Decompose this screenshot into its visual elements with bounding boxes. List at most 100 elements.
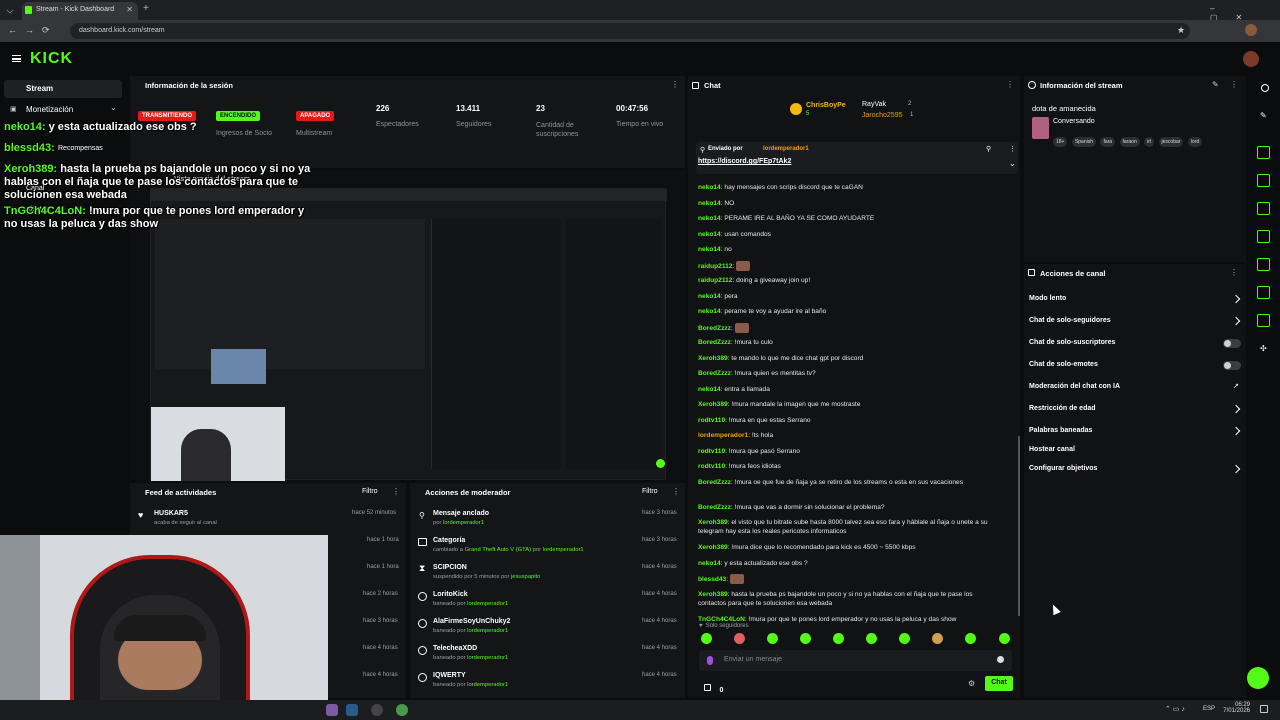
pin-toggle-icon[interactable]: ⚲ — [986, 145, 991, 153]
browser-tab[interactable]: Stream - Kick Dashboard ✕ — [22, 2, 138, 20]
chat-username[interactable]: neko14 — [698, 386, 721, 393]
chat-username[interactable]: rodtv110 — [698, 463, 725, 470]
nav-icons[interactable]: ←→⟳ — [8, 25, 58, 36]
chat-input[interactable]: Enviar un mensaje — [699, 650, 1012, 671]
chat-username[interactable]: BoredZzzz — [698, 370, 731, 377]
chat-username[interactable]: neko14 — [698, 215, 721, 222]
pinned-message[interactable]: ⚲ Enviado por lordemperador1 https://dis… — [696, 142, 1018, 174]
chat-message[interactable]: rodtv110: !mura feos idiotas — [698, 462, 998, 471]
nav-item-stream[interactable]: Stream — [4, 80, 122, 98]
new-tab-button[interactable]: + — [143, 3, 149, 14]
tab-close-icon[interactable]: ✕ — [126, 5, 133, 14]
info-sidebar-icon[interactable] — [1261, 84, 1269, 92]
chat-message[interactable]: blessd43: — [698, 574, 998, 584]
chat-username[interactable]: neko14 — [698, 200, 721, 207]
action-modo-lento[interactable]: Modo lento — [1029, 295, 1066, 302]
chat-username[interactable]: neko14 — [698, 293, 721, 300]
chat-message[interactable]: BoredZzzz: !mura oe que fue de ñaja ya s… — [698, 478, 998, 487]
profile-avatar[interactable] — [1245, 24, 1257, 36]
chat-message[interactable]: BoredZzzz: — [698, 322, 998, 333]
apps-sidebar-icon[interactable]: ✣ — [1260, 344, 1267, 353]
chat-message[interactable]: Xeroh389: te mando lo que me dice chat g… — [698, 354, 998, 363]
chat-message[interactable]: Xeroh389: !mura dice que lo recomendado … — [698, 543, 998, 552]
chevron-down-icon[interactable]: ⌄ — [1009, 159, 1016, 168]
chat-message[interactable]: Xeroh389: el visto que tu bitrate sube h… — [698, 518, 998, 536]
chat-settings-icon[interactable]: ⚙ — [968, 679, 975, 688]
chat-username[interactable]: rodtv110 — [698, 448, 725, 455]
notification-icon[interactable] — [1260, 705, 1268, 713]
chat-username[interactable]: neko14 — [698, 560, 721, 567]
chat-message[interactable]: BoredZzzz: !mura quien es mentitas tv? — [698, 369, 998, 378]
chat-scrollbar[interactable] — [1018, 436, 1020, 616]
chat-message[interactable]: neko14: no — [698, 245, 998, 254]
feed-filter-button[interactable]: Filtro — [362, 488, 378, 495]
bookmark-star-icon[interactable]: ★ — [1177, 25, 1185, 36]
chat-sidebar-icon[interactable] — [1257, 230, 1270, 243]
chat-username[interactable]: BoredZzzz — [698, 504, 731, 511]
action-solo-emotes[interactable]: Chat de solo-emotes — [1029, 361, 1098, 368]
chat-username[interactable]: neko14 — [698, 231, 721, 238]
chat-username[interactable]: rodtv110 — [698, 417, 725, 424]
kick-logo[interactable]: KICK — [30, 50, 73, 68]
action-restriccion-edad[interactable]: Restricción de edad — [1029, 405, 1096, 412]
action-solo-seguidores[interactable]: Chat de solo-seguidores — [1029, 317, 1111, 324]
send-chat-button[interactable]: Chat — [985, 676, 1013, 691]
kebab-menu-icon[interactable]: ⋮ — [1230, 80, 1238, 89]
chat-username[interactable]: raidup2112 — [698, 262, 732, 269]
kebab-menu-icon[interactable]: ⋮ — [1006, 80, 1014, 89]
chat-message[interactable]: neko14: PERAME IRE AL BAÑO YA SE COMO AY… — [698, 214, 998, 223]
chat-message[interactable]: Xeroh389: !mura mandale la imagen que me… — [698, 400, 998, 409]
address-bar[interactable]: dashboard.kick.com/stream — [70, 23, 1190, 39]
action-configurar-objetivos[interactable]: Configurar objetivos — [1029, 465, 1097, 472]
taskbar-steam-icon[interactable] — [346, 704, 358, 716]
doc-sidebar-icon[interactable] — [1257, 202, 1270, 215]
kebab-menu-icon[interactable]: ⋮ — [392, 487, 400, 496]
chat-username[interactable]: Xeroh389 — [698, 544, 728, 551]
chat-message[interactable]: rodtv110: !mura que pasó Serrano — [698, 447, 998, 456]
pencil-sidebar-icon[interactable]: ✎ — [1260, 111, 1267, 120]
taskbar-app-icon[interactable] — [326, 704, 338, 716]
taskbar-clock[interactable]: 06:29 7/01/2026 — [1222, 702, 1250, 714]
chat-username[interactable]: BoredZzzz — [698, 479, 731, 486]
emoji-icon[interactable] — [997, 656, 1004, 663]
chat-message[interactable]: BoredZzzz: !mura tu culo — [698, 338, 998, 347]
nav-item-monetizacion[interactable]: ▣ Monetización ⌄ — [10, 103, 120, 118]
chat-message[interactable]: neko14: entra a llamada — [698, 385, 998, 394]
keyboard-language[interactable]: ESP — [1203, 706, 1215, 712]
external-link-icon[interactable]: ↗ — [1233, 382, 1239, 390]
camera-sidebar-icon[interactable] — [1257, 146, 1270, 159]
chat-message[interactable]: neko14: y esta actualizado ese obs ? — [698, 559, 998, 568]
chat-username[interactable]: Xeroh389 — [698, 355, 728, 362]
chat-username[interactable]: neko14 — [698, 184, 721, 191]
stream-preview-video[interactable] — [150, 188, 667, 481]
toggle-solo-suscriptores[interactable] — [1223, 339, 1241, 348]
edit-icon[interactable]: ✎ — [1212, 80, 1219, 89]
chat-message[interactable]: neko14: usan comandos — [698, 230, 998, 239]
channel-points[interactable]: 0 — [704, 679, 723, 697]
toggle-solo-emotes[interactable] — [1223, 361, 1241, 370]
emote-row[interactable] — [699, 633, 1014, 647]
chat-username[interactable]: blessd43 — [698, 576, 726, 583]
tab-search-icon[interactable] — [6, 6, 14, 14]
chat-message[interactable]: BoredZzzz: !mura que vas a dormir sin so… — [698, 503, 998, 512]
chat-message[interactable]: neko14: hay mensajes con scrips discord … — [698, 183, 998, 192]
taskbar-obs-icon[interactable] — [371, 704, 383, 716]
chat-username[interactable]: neko14 — [698, 308, 721, 315]
action-solo-suscriptores[interactable]: Chat de solo-suscriptores — [1029, 339, 1115, 346]
chat-username[interactable]: BoredZzzz — [698, 324, 731, 331]
pinned-link[interactable]: https://discord.gg/FEp7tAk2 — [698, 158, 791, 165]
chat-username[interactable]: Xeroh389 — [698, 591, 728, 598]
chat-message[interactable]: neko14: NO — [698, 199, 998, 208]
chat-username[interactable]: neko14 — [698, 246, 721, 253]
chat-message[interactable]: rodtv110: !mura en que estas Serrano — [698, 416, 998, 425]
kebab-menu-icon[interactable]: ⋮ — [1230, 268, 1238, 277]
chat-message[interactable]: lordemperador1: !ts hola — [698, 431, 998, 440]
chat-username[interactable]: TnGCh4C4LoN — [698, 616, 745, 623]
tray-icons[interactable]: ⌃ ▭ ♪ — [1165, 705, 1185, 713]
chat-username[interactable]: Xeroh389 — [698, 401, 728, 408]
chat-message[interactable]: raidup2112: doing a giveaway join up! — [698, 276, 998, 285]
hamburger-menu-icon[interactable] — [12, 55, 21, 62]
kebab-menu-icon[interactable]: ⋮ — [672, 487, 680, 496]
action-palabras-baneadas[interactable]: Palabras baneadas — [1029, 427, 1092, 434]
action-moderacion-ia[interactable]: Moderación del chat con IA — [1029, 383, 1120, 390]
